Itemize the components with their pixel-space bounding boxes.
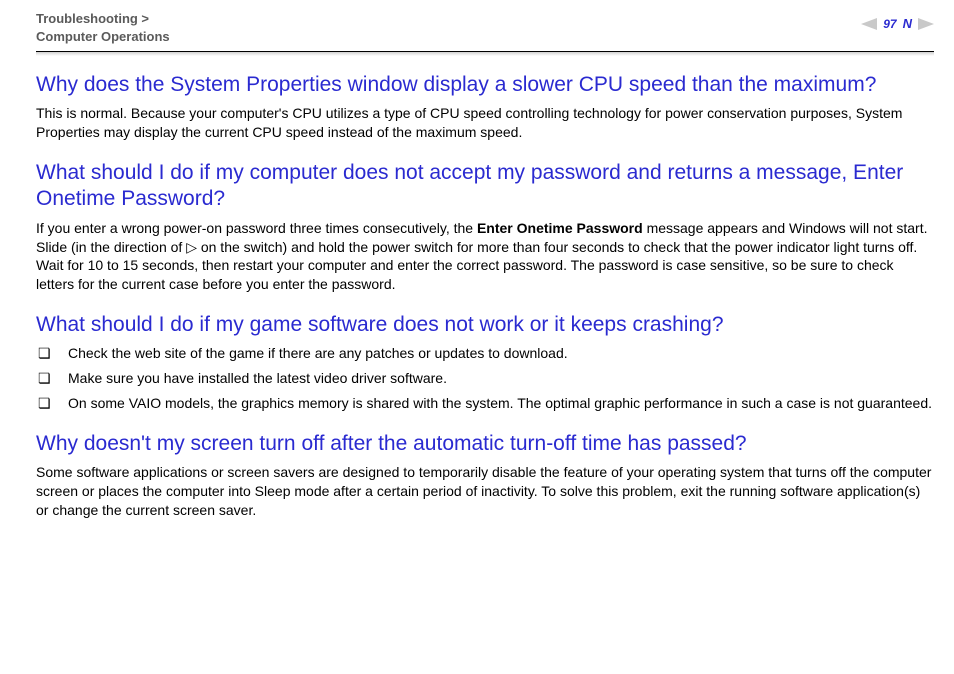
answer-bullet-list: Check the web site of the game if there … <box>36 344 934 413</box>
answer-paragraph-4: Some software applications or screen sav… <box>36 463 934 520</box>
question-heading-3: What should I do if my game software doe… <box>36 312 934 338</box>
answer-2-pre: If you enter a wrong power-on password t… <box>36 220 477 236</box>
breadcrumb-line-2: Computer Operations <box>36 29 170 44</box>
breadcrumb: Troubleshooting > Computer Operations <box>36 10 170 45</box>
answer-paragraph-1: This is normal. Because your computer's … <box>36 104 934 142</box>
page-header: Troubleshooting > Computer Operations 97… <box>36 10 934 52</box>
question-heading-1: Why does the System Properties window di… <box>36 72 934 98</box>
next-page-icon[interactable] <box>918 18 934 30</box>
list-item: On some VAIO models, the graphics memory… <box>64 394 934 413</box>
breadcrumb-line-1: Troubleshooting > <box>36 11 149 26</box>
list-item: Check the web site of the game if there … <box>64 344 934 363</box>
answer-2-bold: Enter Onetime Password <box>477 220 643 236</box>
page: Troubleshooting > Computer Operations 97… <box>0 0 954 674</box>
header-divider-shadow <box>36 52 934 56</box>
question-heading-2: What should I do if my computer does not… <box>36 160 934 213</box>
answer-paragraph-2: If you enter a wrong power-on password t… <box>36 219 934 295</box>
prev-page-icon[interactable] <box>861 18 877 30</box>
n-letter[interactable]: N <box>903 16 912 31</box>
list-item: Make sure you have installed the latest … <box>64 369 934 388</box>
question-heading-4: Why doesn't my screen turn off after the… <box>36 431 934 457</box>
page-number: 97 <box>883 17 896 31</box>
page-nav: 97 N <box>861 16 934 31</box>
